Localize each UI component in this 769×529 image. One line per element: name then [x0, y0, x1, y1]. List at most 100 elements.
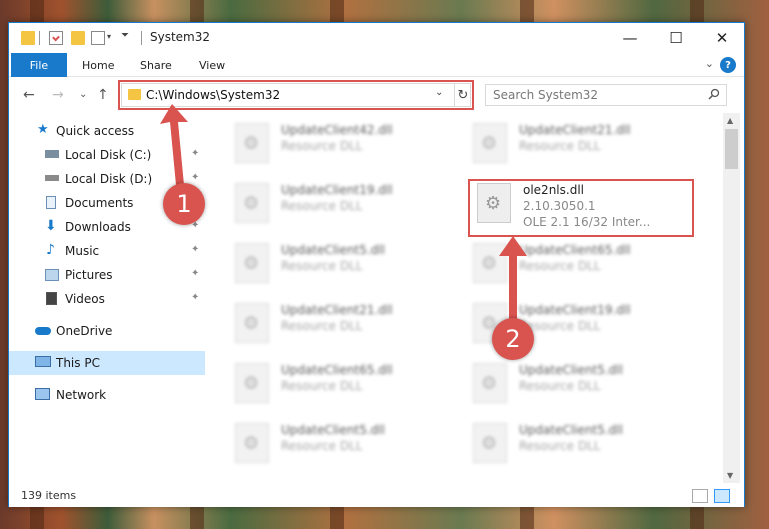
sidebar-item-pictures[interactable]: Pictures ✦ — [9, 263, 205, 287]
network-icon — [35, 388, 50, 400]
sidebar-item-label: Pictures — [65, 268, 113, 282]
tab-file[interactable]: File — [11, 53, 67, 77]
list-item[interactable]: UpdateClient5.dll Resource DLL — [235, 419, 465, 475]
sidebar-item-this-pc[interactable]: This PC — [9, 351, 205, 375]
sidebar-item-label: Documents — [65, 196, 134, 210]
file-name: UpdateClient65.dll — [281, 363, 393, 377]
dll-file-icon — [235, 303, 269, 343]
maximize-button[interactable]: ☐ — [653, 23, 699, 53]
videos-icon — [46, 292, 57, 305]
dll-file-icon — [235, 183, 269, 223]
up-button[interactable]: ↑ — [97, 87, 109, 103]
forward-button[interactable]: → — [52, 87, 64, 103]
sidebar-item-label: Quick access — [56, 124, 135, 138]
pin-icon[interactable]: ✦ — [191, 244, 199, 255]
file-name: UpdateClient65.dll — [519, 243, 631, 257]
file-type: Resource DLL — [281, 199, 363, 213]
dll-file-icon — [473, 423, 507, 463]
minimize-button[interactable]: — — [607, 23, 653, 53]
status-bar: 139 items — [9, 486, 744, 507]
sidebar-item-network[interactable]: Network — [9, 383, 205, 407]
search-placeholder: Search System32 — [493, 88, 599, 102]
dll-file-icon — [473, 243, 507, 283]
file-list: UpdateClient42.dll Resource DLL UpdateCl… — [205, 113, 729, 483]
tab-share[interactable]: Share — [140, 53, 172, 77]
new-folder-icon[interactable] — [71, 31, 85, 45]
properties-icon[interactable] — [49, 31, 63, 45]
star-icon: ★ — [37, 122, 49, 137]
file-type: Resource DLL — [519, 439, 601, 453]
folder-icon — [21, 31, 35, 45]
drive-icon — [45, 150, 59, 158]
scroll-up-icon[interactable]: ▲ — [727, 116, 733, 125]
file-type: Resource DLL — [281, 379, 363, 393]
details-view-button[interactable] — [692, 489, 708, 503]
pictures-icon — [45, 269, 59, 281]
list-item[interactable]: UpdateClient5.dll Resource DLL — [235, 239, 465, 295]
item-count: 139 items — [21, 489, 77, 502]
file-name: UpdateClient5.dll — [281, 423, 385, 437]
list-item[interactable]: UpdateClient42.dll Resource DLL — [235, 119, 465, 175]
window-title: System32 — [150, 30, 211, 44]
pin-icon[interactable]: ✦ — [191, 172, 199, 183]
close-button[interactable]: ✕ — [699, 23, 745, 53]
list-item[interactable]: UpdateClient5.dll Resource DLL — [473, 359, 703, 415]
list-item[interactable]: UpdateClient21.dll Resource DLL — [473, 119, 703, 175]
sidebar-item-music[interactable]: ♪ Music ✦ — [9, 239, 205, 263]
file-type: Resource DLL — [519, 259, 601, 273]
sidebar-item-label: Downloads — [65, 220, 131, 234]
file-type: Resource DLL — [281, 139, 363, 153]
sidebar-item-quick-access[interactable]: ★ Quick access — [9, 119, 205, 143]
list-item[interactable]: UpdateClient21.dll Resource DLL — [235, 299, 465, 355]
file-name: UpdateClient19.dll — [281, 183, 393, 197]
dll-file-icon — [235, 243, 269, 283]
tab-home[interactable]: Home — [82, 53, 114, 77]
pin-icon[interactable]: ✦ — [191, 268, 199, 279]
dll-file-icon — [235, 423, 269, 463]
file-name: UpdateClient19.dll — [519, 303, 631, 317]
dll-file-icon — [235, 123, 269, 163]
scrollbar-thumb[interactable] — [725, 129, 738, 169]
list-item[interactable]: UpdateClient19.dll Resource DLL — [235, 179, 465, 235]
sidebar-item-videos[interactable]: Videos ✦ — [9, 287, 205, 311]
recent-locations-button[interactable]: ⌄ — [79, 89, 87, 100]
list-item[interactable]: UpdateClient65.dll Resource DLL — [235, 359, 465, 415]
sidebar-item-local-disk-c[interactable]: Local Disk (C:) ✦ — [9, 143, 205, 167]
search-input[interactable]: Search System32 — [485, 84, 727, 106]
scroll-down-icon[interactable]: ▼ — [727, 471, 733, 480]
navigation-pane: ★ Quick access Local Disk (C:) ✦ Local D… — [9, 113, 205, 483]
vertical-scrollbar[interactable]: ▲ ▼ — [723, 113, 740, 483]
drive-icon — [45, 175, 59, 181]
file-highlight-box — [468, 179, 694, 237]
back-button[interactable]: ← — [23, 87, 35, 103]
help-icon[interactable]: ? — [720, 57, 736, 73]
file-type: Resource DLL — [281, 439, 363, 453]
file-name: UpdateClient21.dll — [281, 303, 393, 317]
expand-ribbon-icon[interactable]: ⌄ — [705, 57, 714, 70]
pin-icon[interactable]: ✦ — [191, 292, 199, 303]
large-icons-view-button[interactable] — [714, 489, 730, 503]
sidebar-item-label: Local Disk (D:) — [65, 172, 153, 186]
computer-icon — [35, 356, 51, 367]
download-icon: ⬇ — [45, 218, 57, 234]
file-name: UpdateClient5.dll — [519, 363, 623, 377]
file-type: Resource DLL — [519, 379, 601, 393]
list-item[interactable]: UpdateClient65.dll Resource DLL — [473, 239, 703, 295]
address-highlight-box — [118, 80, 474, 110]
sidebar-item-label: Music — [65, 244, 100, 258]
dll-file-icon — [235, 363, 269, 403]
pin-icon[interactable]: ✦ — [191, 148, 199, 159]
customize-icon[interactable] — [91, 31, 105, 45]
dll-file-icon — [473, 363, 507, 403]
file-name: UpdateClient5.dll — [519, 423, 623, 437]
search-icon[interactable] — [708, 88, 720, 100]
quick-toolbar-dropdown-icon[interactable]: ▾ — [107, 32, 111, 41]
sidebar-item-label: Videos — [65, 292, 105, 306]
list-item[interactable]: UpdateClient5.dll Resource DLL — [473, 419, 703, 475]
sidebar-item-onedrive[interactable]: OneDrive — [9, 319, 205, 343]
sidebar-item-label: This PC — [56, 356, 100, 370]
address-row: ← → ⌄ ↑ C:\Windows\System32 ⌄ ↻ Search S… — [9, 78, 744, 112]
tab-view[interactable]: View — [199, 53, 225, 77]
toolbar-chevron-icon[interactable]: ⏷ — [121, 30, 129, 41]
file-type: Resource DLL — [281, 259, 363, 273]
